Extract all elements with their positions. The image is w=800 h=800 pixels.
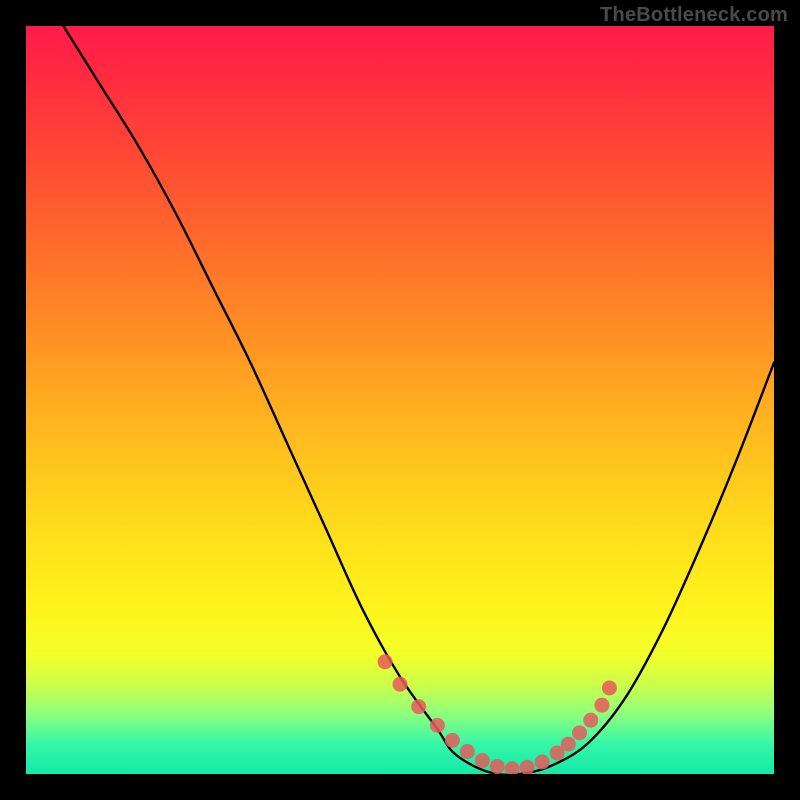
highlight-dot <box>572 725 587 740</box>
highlight-dot <box>393 677 408 692</box>
watermark-text: TheBottleneck.com <box>600 4 788 27</box>
highlight-dot <box>535 755 550 770</box>
highlight-dot <box>445 733 460 748</box>
curve-layer <box>26 26 774 774</box>
bottleneck-curve <box>63 26 774 774</box>
highlight-dots <box>378 654 617 774</box>
highlight-dot <box>520 760 535 774</box>
highlight-dot <box>475 753 490 768</box>
highlight-dot <box>583 713 598 728</box>
highlight-dot <box>602 680 617 695</box>
highlight-dot <box>505 761 520 774</box>
plot-area <box>26 26 774 774</box>
highlight-dot <box>411 699 426 714</box>
highlight-dot <box>430 718 445 733</box>
highlight-dot <box>594 698 609 713</box>
highlight-dot <box>561 737 576 752</box>
highlight-dot <box>460 744 475 759</box>
highlight-dot <box>378 654 393 669</box>
highlight-dot <box>490 759 505 774</box>
chart-stage: TheBottleneck.com <box>0 0 800 800</box>
